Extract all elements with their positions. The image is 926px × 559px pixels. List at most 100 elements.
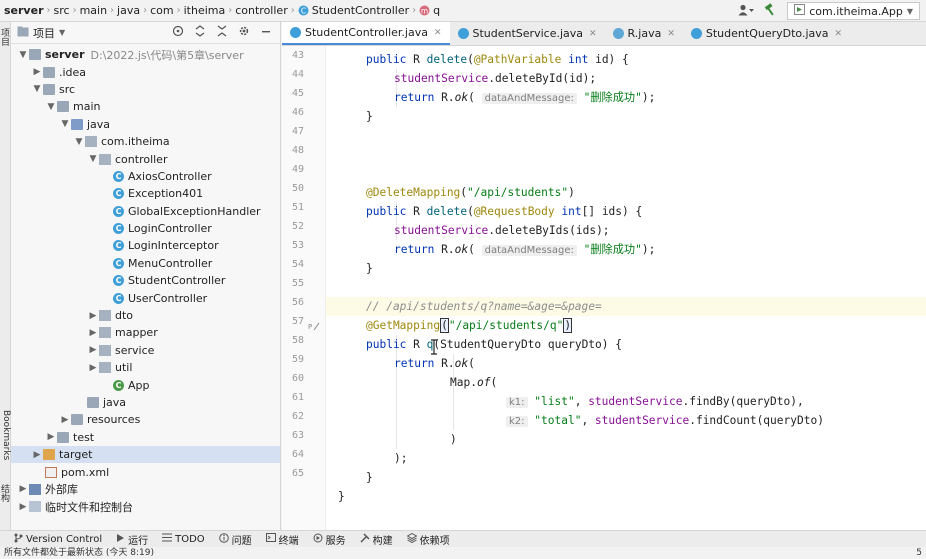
project-tool-button[interactable]: 项目 <box>0 28 11 46</box>
chevron-right-icon[interactable]: ▶ <box>31 450 43 460</box>
breadcrumb-item-com[interactable]: com <box>150 4 174 17</box>
minimize-icon[interactable] <box>260 25 272 40</box>
tree-item-resources[interactable]: ▶ resources <box>11 411 280 428</box>
dependencies-button[interactable]: 依赖项 <box>406 532 450 547</box>
run-class-icon: C <box>113 379 124 391</box>
project-panel: 项目 ▼ ▼ server D:\2022.js\代码\第5章\server ▶… <box>11 22 281 530</box>
run-button[interactable]: 运行 <box>116 532 148 547</box>
tool-window-bar: Version Control 运行 TODO 问题 终端 服务 构建 依赖项 <box>0 530 926 547</box>
breadcrumb-separator-icon: › <box>143 5 148 16</box>
tree-item-label: mapper <box>115 326 158 340</box>
breadcrumb-item-controller[interactable]: controller <box>235 4 287 17</box>
chevron-right-icon[interactable]: ▶ <box>17 484 29 494</box>
breadcrumb-item-itheima[interactable]: itheima <box>184 4 226 17</box>
tree-item-globalexceptionhandler[interactable]: C GlobalExceptionHandler <box>11 203 280 220</box>
breadcrumb-separator-icon: › <box>290 5 295 16</box>
tree-item-java-source[interactable]: ▼ java <box>11 116 280 133</box>
tree-item-axioscontroller[interactable]: C AxiosController <box>11 168 280 185</box>
build-button[interactable]: 构建 <box>360 532 393 547</box>
tree-item-logincontroller[interactable]: C LoginController <box>11 220 280 237</box>
tree-item-studentcontroller[interactable]: C StudentController <box>11 272 280 289</box>
chevron-down-icon[interactable]: ▼ <box>59 119 71 129</box>
tree-item-app[interactable]: C App <box>11 376 280 393</box>
close-icon[interactable]: ✕ <box>589 29 597 39</box>
chevron-down-icon[interactable]: ▼ <box>59 28 65 37</box>
line-number: 50 <box>291 183 304 194</box>
locate-icon[interactable] <box>172 25 184 40</box>
close-icon[interactable]: ✕ <box>835 29 843 39</box>
folder-icon <box>43 83 55 95</box>
chevron-down-icon[interactable]: ▼ <box>73 137 85 147</box>
chevron-down-icon[interactable]: ▼ <box>17 50 29 60</box>
chevron-right-icon[interactable]: ▶ <box>17 502 29 512</box>
breadcrumb-item-src[interactable]: src <box>54 4 70 17</box>
breadcrumb-item-server[interactable]: server <box>4 4 44 17</box>
string-literal: "/api/students/q" <box>448 319 564 332</box>
version-control-button[interactable]: Version Control <box>14 533 102 546</box>
person-icon[interactable] <box>738 4 755 19</box>
tree-item-label: pom.xml <box>61 465 110 479</box>
breadcrumb-item-method-q[interactable]: q <box>433 4 440 17</box>
chevron-right-icon[interactable]: ▶ <box>31 67 43 77</box>
folder-icon <box>57 101 69 113</box>
tree-item-exception401[interactable]: C Exception401 <box>11 185 280 202</box>
collapse-all-icon[interactable] <box>216 25 228 40</box>
tree-item-controller[interactable]: ▼ controller <box>11 150 280 167</box>
problems-button[interactable]: 问题 <box>218 532 252 547</box>
tree-item-mapper[interactable]: ▶ mapper <box>11 324 280 341</box>
tree-item-menucontroller[interactable]: C MenuController <box>11 255 280 272</box>
tree-item-pom-xml[interactable]: pom.xml <box>11 463 280 480</box>
tree-item-external-libraries[interactable]: ▶ 外部库 <box>11 481 280 498</box>
tree-item-scratches[interactable]: ▶ 临时文件和控制台 <box>11 498 280 515</box>
terminal-button[interactable]: 终端 <box>265 532 299 547</box>
tree-item-com-itheima[interactable]: ▼ com.itheima <box>11 133 280 150</box>
tree-item-label: main <box>73 100 101 114</box>
chevron-right-icon[interactable]: ▶ <box>59 415 71 425</box>
tab-studentquerydto[interactable]: StudentQueryDto.java ✕ <box>683 22 850 45</box>
chevron-down-icon[interactable]: ▼ <box>87 154 99 164</box>
breadcrumb-item-java[interactable]: java <box>117 4 140 17</box>
close-icon[interactable]: ✕ <box>667 29 675 39</box>
tree-item-server[interactable]: ▼ server D:\2022.js\代码\第5章\server <box>11 46 280 63</box>
gutter-mapping-icon[interactable]: P <box>308 321 322 334</box>
tree-item-idea[interactable]: ▶ .idea <box>11 63 280 80</box>
chevron-right-icon[interactable]: ▶ <box>87 345 99 355</box>
status-position[interactable]: 5 <box>916 547 922 559</box>
tree-item-test[interactable]: ▶ test <box>11 429 280 446</box>
chevron-down-icon[interactable]: ▼ <box>45 102 57 112</box>
hammer-icon <box>360 532 370 546</box>
breadcrumb-item-main[interactable]: main <box>80 4 107 17</box>
tree-item-util[interactable]: ▶ util <box>11 359 280 376</box>
structure-tool-button[interactable]: 结构 <box>0 484 11 502</box>
breadcrumb-item-studentcontroller[interactable]: StudentController <box>312 4 409 17</box>
chevron-right-icon[interactable]: ▶ <box>87 328 99 338</box>
bookmarks-tool-button[interactable]: Bookmarks <box>0 410 11 460</box>
code-line-56: public R q(StudentQueryDto queryDto) { <box>366 338 622 351</box>
tab-studentservice[interactable]: StudentService.java ✕ <box>450 22 605 45</box>
string-literal: "删除成功" <box>583 91 642 104</box>
tab-studentcontroller[interactable]: StudentController.java ✕ <box>282 22 450 45</box>
gear-icon[interactable] <box>238 25 250 40</box>
tab-r[interactable]: R.java ✕ <box>605 22 683 45</box>
tree-item-java-dir[interactable]: java <box>11 394 280 411</box>
services-button[interactable]: 服务 <box>313 532 346 547</box>
expand-all-icon[interactable] <box>194 25 206 40</box>
code-area[interactable]: public R delete(@PathVariable int id) { … <box>326 46 926 530</box>
tree-item-src[interactable]: ▼ src <box>11 81 280 98</box>
tree-item-target[interactable]: ▶ target <box>11 445 280 464</box>
maven-file-icon <box>45 466 57 478</box>
close-icon[interactable]: ✕ <box>434 28 442 38</box>
tree-item-service[interactable]: ▶ service <box>11 342 280 359</box>
tree-item-dto[interactable]: ▶ dto <box>11 307 280 324</box>
tree-item-logininterceptor[interactable]: C LoginInterceptor <box>11 237 280 254</box>
todo-button[interactable]: TODO <box>162 533 205 545</box>
chevron-right-icon[interactable]: ▶ <box>45 432 57 442</box>
tree-item-usercontroller[interactable]: C UserController <box>11 289 280 306</box>
chevron-right-icon[interactable]: ▶ <box>87 311 99 321</box>
run-configuration-select[interactable]: com.itheima.App ▼ <box>787 2 920 20</box>
tree-item-label: util <box>115 361 133 375</box>
chevron-down-icon[interactable]: ▼ <box>31 84 43 94</box>
chevron-right-icon[interactable]: ▶ <box>87 363 99 373</box>
tree-item-main[interactable]: ▼ main <box>11 98 280 115</box>
hammer-icon[interactable] <box>764 3 777 19</box>
